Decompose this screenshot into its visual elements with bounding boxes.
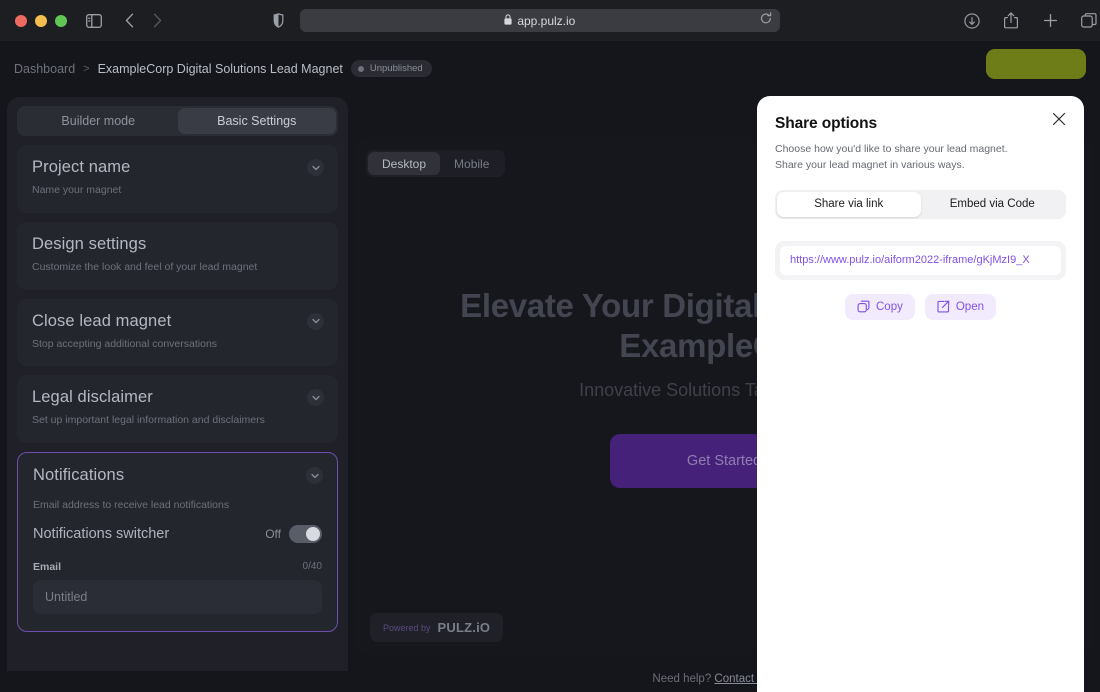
breadcrumb-dashboard-link[interactable]: Dashboard <box>14 62 75 76</box>
url-hostname: app.pulz.io <box>517 13 576 28</box>
section-title: Design settings <box>32 234 147 253</box>
tab-builder-mode[interactable]: Builder mode <box>19 108 178 134</box>
reload-icon[interactable] <box>760 11 772 30</box>
chevron-down-icon[interactable] <box>307 312 324 330</box>
tab-mobile-preview[interactable]: Mobile <box>440 152 503 175</box>
section-project-name[interactable]: Project name Name your magnet <box>17 145 338 213</box>
section-close-lead-magnet[interactable]: Close lead magnet Stop accepting additio… <box>17 298 338 367</box>
tab-share-via-link[interactable]: Share via link <box>777 191 921 217</box>
section-subtitle: Stop accepting additional conversations <box>32 337 218 350</box>
tab-embed-via-code[interactable]: Embed via Code <box>921 192 1065 217</box>
copy-icon <box>857 300 870 313</box>
status-badge-label: Unpublished <box>369 63 423 74</box>
tab-basic-settings[interactable]: Basic Settings <box>177 108 336 134</box>
publish-button[interactable] <box>986 49 1086 79</box>
section-subtitle: Name your magnet <box>32 184 122 196</box>
email-field-label: Email <box>33 560 62 573</box>
notifications-switcher-label: Notifications switcher <box>33 525 170 542</box>
device-tab-group: Desktop Mobile <box>366 150 506 177</box>
share-icon[interactable] <box>1000 10 1022 32</box>
email-field-counter: 0/40 <box>302 561 322 573</box>
section-subtitle: Email address to receive lead notificati… <box>33 499 230 511</box>
status-badge: Unpublished <box>350 60 432 77</box>
new-tab-icon[interactable] <box>1039 10 1061 32</box>
lock-icon <box>504 13 512 28</box>
section-title: Close lead magnet <box>32 311 172 330</box>
section-subtitle: Set up important legal information and d… <box>32 414 265 427</box>
email-input[interactable]: Untitled <box>33 579 322 614</box>
url-text-container: app.pulz.io <box>504 14 575 28</box>
minimize-window-button[interactable] <box>35 14 47 27</box>
notifications-switcher-control[interactable]: Off <box>265 524 322 543</box>
notifications-switcher-row: Notifications switcher Off <box>33 524 322 543</box>
copy-button[interactable]: Copy <box>845 293 915 320</box>
modal-title: Share options <box>775 115 878 132</box>
sidebar-toggle-icon[interactable] <box>83 10 104 32</box>
share-url-container: https://www.pulz.io/aiform2022-iframe/gK… <box>775 240 1066 280</box>
modal-subtitle: Choose how you'd like to share your lead… <box>775 141 1066 174</box>
section-title: Project name <box>32 158 131 176</box>
breadcrumb: Dashboard > ExampleCorp Digital Solution… <box>14 60 432 77</box>
share-tab-group: Share via link Embed via Code <box>775 189 1066 219</box>
mode-tab-group: Builder mode Basic Settings <box>17 106 338 136</box>
open-button[interactable]: Open <box>924 293 996 320</box>
section-design-settings[interactable]: Design settings Customize the look and f… <box>17 221 338 290</box>
tab-desktop-preview[interactable]: Desktop <box>368 152 441 175</box>
need-help-text: Need help? <box>652 673 715 685</box>
section-title: Notifications <box>33 466 125 484</box>
tab-overview-icon[interactable] <box>1078 10 1100 32</box>
section-legal-disclaimer[interactable]: Legal disclaimer Set up important legal … <box>17 375 338 443</box>
chevron-down-icon[interactable] <box>307 159 324 176</box>
share-options-modal: Share options Choose how you'd like to s… <box>757 96 1084 692</box>
forward-button-icon[interactable] <box>146 10 168 32</box>
toggle-knob <box>306 526 320 541</box>
window-controls[interactable] <box>15 14 67 27</box>
app-root: Dashboard > ExampleCorp Digital Solution… <box>0 41 1100 692</box>
share-url-input[interactable]: https://www.pulz.io/aiform2022-iframe/gK… <box>780 245 1061 275</box>
close-window-button[interactable] <box>15 14 27 27</box>
section-subtitle: Customize the look and feel of your lead… <box>32 260 258 273</box>
status-dot-icon <box>357 65 364 72</box>
modal-subtitle-line-2: Share your lead magnet in various ways. <box>775 159 965 172</box>
pulz-logo: PULZ.iO <box>437 620 491 635</box>
section-title: Legal disclaimer <box>32 388 153 407</box>
chevron-down-icon[interactable] <box>306 467 323 484</box>
shield-icon[interactable] <box>267 10 288 32</box>
powered-by-prefix: Powered by <box>383 622 431 633</box>
modal-subtitle-line-1: Choose how you'd like to share your lead… <box>775 143 1008 155</box>
breadcrumb-current-page: ExampleCorp Digital Solutions Lead Magne… <box>97 61 343 76</box>
navigation-arrows[interactable] <box>118 10 168 32</box>
browser-toolbar-right <box>961 10 1100 32</box>
external-link-icon <box>937 300 950 313</box>
download-icon[interactable] <box>961 10 983 32</box>
open-button-label: Open <box>955 300 984 313</box>
email-field-header: Email 0/40 <box>33 561 322 573</box>
breadcrumb-separator: > <box>83 62 90 75</box>
back-button-icon[interactable] <box>118 10 140 32</box>
notifications-toggle[interactable] <box>289 524 322 543</box>
powered-by-badge: Powered by PULZ.iO <box>370 613 504 642</box>
address-bar[interactable]: app.pulz.io <box>299 9 780 32</box>
modal-action-buttons: Copy Open <box>775 293 1066 320</box>
section-notifications[interactable]: Notifications Email address to receive l… <box>17 452 338 632</box>
close-icon[interactable] <box>1052 112 1068 128</box>
maximize-window-button[interactable] <box>55 14 67 27</box>
notifications-switcher-state: Off <box>265 526 281 541</box>
copy-button-label: Copy <box>876 300 903 313</box>
settings-panel: Builder mode Basic Settings Project name… <box>7 97 348 671</box>
browser-chrome: app.pulz.io <box>0 0 1100 41</box>
